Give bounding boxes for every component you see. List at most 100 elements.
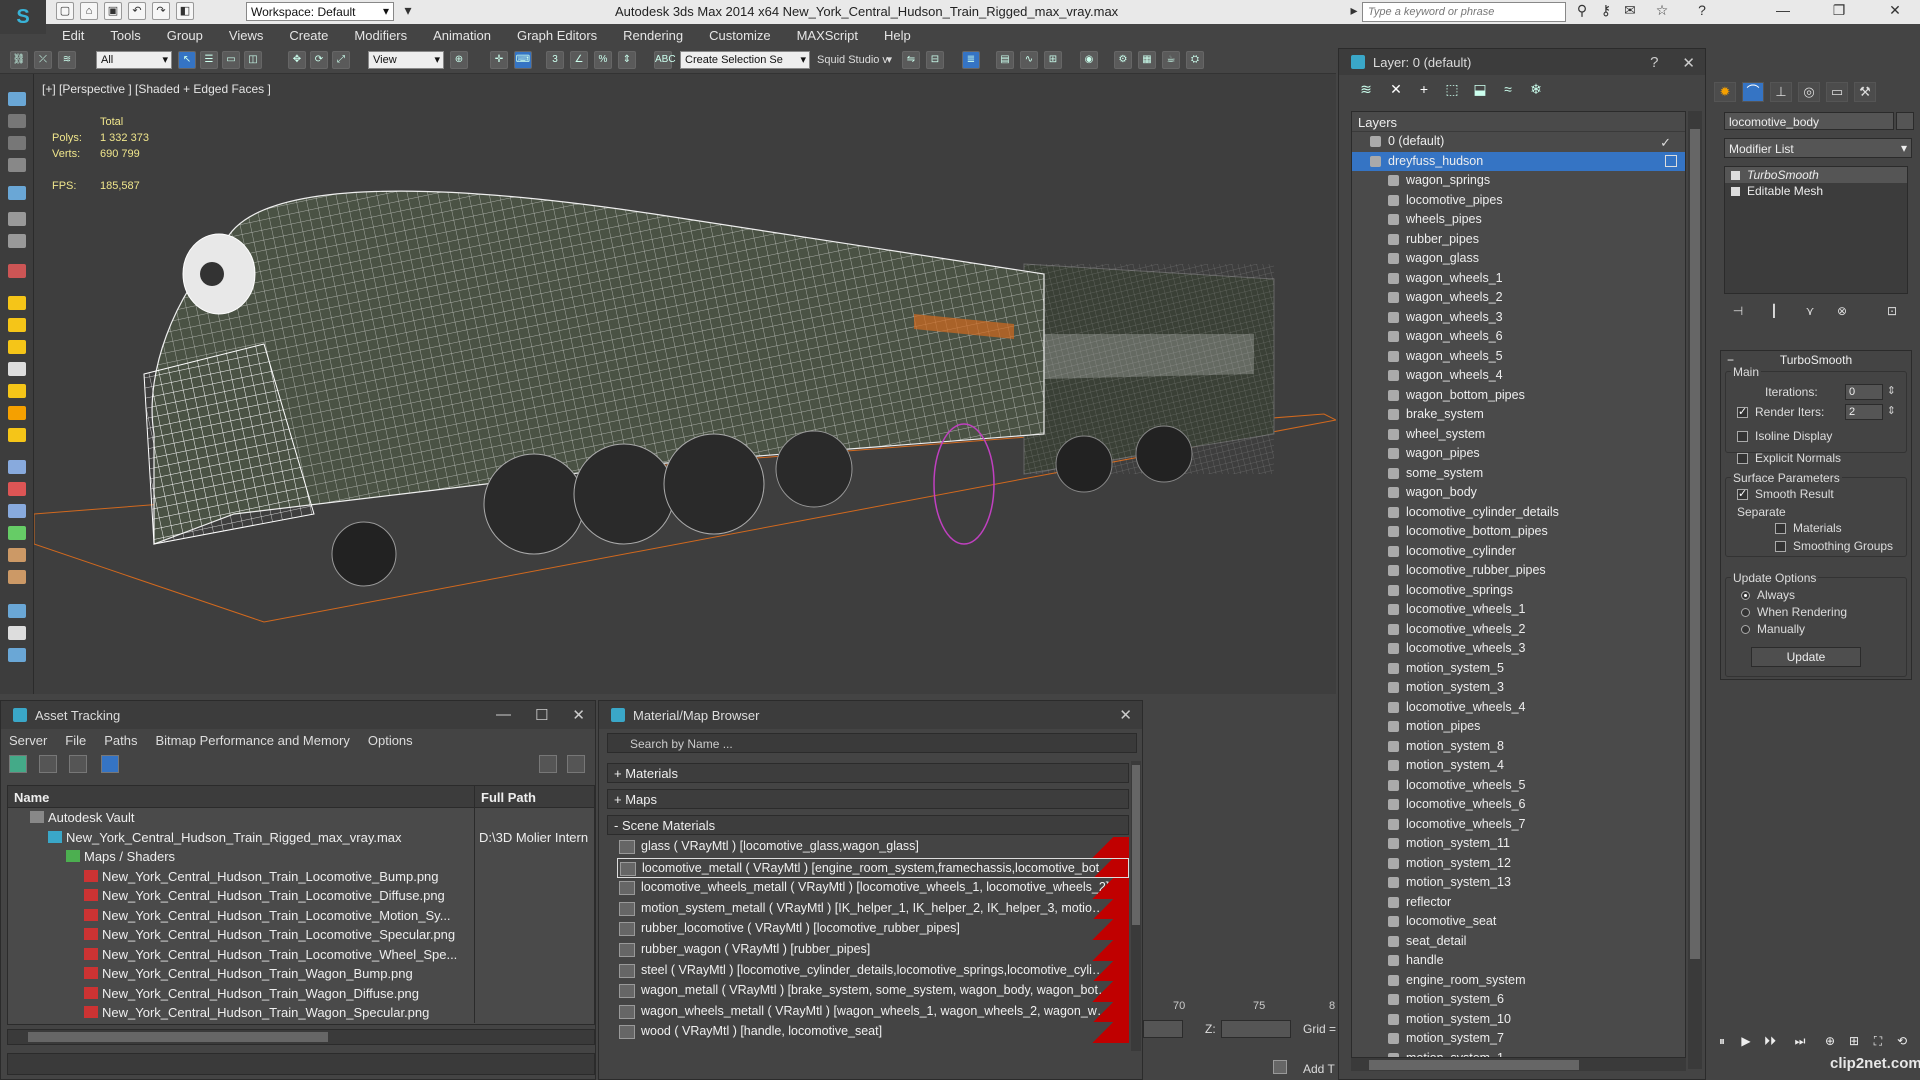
left-tool-icon-21[interactable]: [8, 570, 26, 584]
left-tool-icon-7[interactable]: [8, 234, 26, 248]
materials-checkbox[interactable]: [1775, 523, 1786, 534]
layer-object-item[interactable]: locomotive_pipes: [1352, 191, 1685, 211]
perspective-viewport[interactable]: [+] [Perspective ] [Shaded + Edged Faces…: [34, 74, 1336, 694]
left-tool-icon-13[interactable]: [8, 384, 26, 398]
layer-horizontal-scrollbar[interactable]: [1351, 1057, 1686, 1071]
asset-menu-bitmap[interactable]: Bitmap Performance and Memory: [156, 733, 350, 748]
zoom-extents-icon[interactable]: ⊕: [1822, 1034, 1838, 1050]
reference-coordinate-dropdown[interactable]: View: [368, 51, 444, 69]
left-tool-icon-1[interactable]: [8, 92, 26, 106]
zoom-region-icon[interactable]: ⊞: [1846, 1034, 1862, 1050]
communication-icon[interactable]: ✉: [1620, 2, 1640, 22]
asset-menu-paths[interactable]: Paths: [104, 733, 137, 748]
layer-object-item[interactable]: wagon_pipes: [1352, 444, 1685, 464]
menu-views[interactable]: Views: [229, 28, 263, 43]
binoculars-icon[interactable]: ⚲: [1572, 2, 1592, 22]
left-tool-icon-17[interactable]: [8, 482, 26, 496]
select-object-icon[interactable]: ↖: [178, 51, 196, 69]
workspace-dropdown[interactable]: Workspace: Default: [246, 2, 394, 21]
vault-settings-icon[interactable]: [567, 755, 585, 773]
select-and-move-icon[interactable]: ✥: [288, 51, 306, 69]
utilities-tab-icon[interactable]: ⚒: [1854, 82, 1876, 102]
window-crossing-icon[interactable]: ◫: [244, 51, 262, 69]
layer-object-item[interactable]: locomotive_wheels_3: [1352, 639, 1685, 659]
layer-object-item[interactable]: seat_detail: [1352, 932, 1685, 952]
asset-row[interactable]: New_York_Central_Hudson_Train_Locomotive…: [8, 886, 594, 906]
layer-object-item[interactable]: locomotive_cylinder: [1352, 542, 1685, 562]
material-browser-scrollbar[interactable]: [1131, 761, 1141, 1051]
mirror-icon[interactable]: ⇋: [902, 51, 920, 69]
left-tool-icon-20[interactable]: [8, 548, 26, 562]
layer-object-item[interactable]: motion_system_3: [1352, 678, 1685, 698]
layer-object-item[interactable]: wagon_wheels_6: [1352, 327, 1685, 347]
asset-row[interactable]: New_York_Central_Hudson_Train_Wagon_Bump…: [8, 964, 594, 984]
asset-row[interactable]: New_York_Central_Hudson_Train_Locomotive…: [8, 905, 594, 925]
timeline-area[interactable]: 70 75 8 Z: Grid = Add T: [1143, 990, 1336, 1080]
material-scroll-thumb[interactable]: [1132, 765, 1140, 925]
layer-object-item[interactable]: motion_system_6: [1352, 990, 1685, 1010]
when-rendering-radio[interactable]: [1741, 608, 1750, 617]
isoline-display-checkbox[interactable]: [1737, 431, 1748, 442]
delete-layer-icon[interactable]: ✕: [1387, 81, 1405, 99]
schematic-view-icon[interactable]: ⊞: [1044, 51, 1062, 69]
object-name-field[interactable]: locomotive_body: [1724, 112, 1894, 130]
add-to-layer-icon[interactable]: +: [1415, 81, 1433, 99]
layer-object-item[interactable]: wagon_wheels_3: [1352, 308, 1685, 328]
coord-z-field[interactable]: [1221, 1020, 1291, 1038]
always-radio[interactable]: [1741, 591, 1750, 600]
layer-object-item[interactable]: locomotive_wheels_1: [1352, 600, 1685, 620]
layer-help-icon[interactable]: ?: [1650, 54, 1658, 72]
workspace-menu-icon[interactable]: ▾: [398, 2, 418, 22]
left-tool-icon-10[interactable]: [8, 318, 26, 332]
asset-row[interactable]: Autodesk Vault: [8, 808, 594, 828]
asset-row[interactable]: New_York_Central_Hudson_Train_Locomotive…: [8, 925, 594, 945]
material-list-item[interactable]: steel ( VRayMtl ) [locomotive_cylinder_d…: [617, 960, 1129, 982]
snaps-toggle-icon[interactable]: 3: [546, 51, 564, 69]
layer-object-item[interactable]: motion_pipes: [1352, 717, 1685, 737]
layer-object-item[interactable]: motion_system_12: [1352, 854, 1685, 874]
layer-scroll-thumb[interactable]: [1690, 129, 1700, 959]
search-input[interactable]: Type a keyword or phrase: [1362, 2, 1566, 22]
object-color-swatch[interactable]: [1896, 112, 1914, 130]
menu-rendering[interactable]: Rendering: [623, 28, 683, 43]
select-manipulate-icon[interactable]: ✛: [490, 51, 508, 69]
menu-group[interactable]: Group: [167, 28, 203, 43]
tree-view-icon[interactable]: [69, 755, 87, 773]
layer-object-item[interactable]: locomotive_wheels_5: [1352, 776, 1685, 796]
layer-object-item[interactable]: rubber_pipes: [1352, 230, 1685, 250]
set-current-layer-box[interactable]: [1665, 154, 1677, 167]
material-browser-close-icon[interactable]: ✕: [1119, 706, 1132, 724]
layer-object-item[interactable]: wagon_springs: [1352, 171, 1685, 191]
motion-tab-icon[interactable]: ◎: [1798, 82, 1820, 102]
go-to-end-icon[interactable]: ⏭: [1792, 1034, 1808, 1050]
layer-object-item[interactable]: motion_system_7: [1352, 1029, 1685, 1049]
angle-snap-icon[interactable]: ∠: [570, 51, 588, 69]
configure-sets-icon[interactable]: ⊡: [1884, 304, 1900, 320]
modifier-list-dropdown[interactable]: Modifier List: [1724, 138, 1912, 158]
menu-graph-editors[interactable]: Graph Editors: [517, 28, 597, 43]
left-tool-icon-15[interactable]: [8, 428, 26, 442]
left-tool-icon-9[interactable]: [8, 296, 26, 310]
layer-object-item[interactable]: wagon_wheels_4: [1352, 366, 1685, 386]
layer-object-item[interactable]: locomotive_wheels_2: [1352, 620, 1685, 640]
left-tool-icon-14[interactable]: [8, 406, 26, 420]
material-list-item[interactable]: rubber_locomotive ( VRayMtl ) [locomotiv…: [617, 919, 1129, 940]
refresh-icon[interactable]: [9, 755, 27, 773]
table-view-icon[interactable]: [101, 755, 119, 773]
remove-modifier-icon[interactable]: ⊗: [1834, 304, 1850, 320]
layer-manager-titlebar[interactable]: Layer: 0 (default) ? ✕: [1339, 49, 1705, 75]
left-tool-icon-11[interactable]: [8, 340, 26, 354]
active-layer-check-icon[interactable]: ✓: [1660, 135, 1671, 151]
smoothing-groups-checkbox[interactable]: [1775, 541, 1786, 552]
unlink-icon[interactable]: ⤫: [34, 51, 52, 69]
layer-object-item[interactable]: motion_system_8: [1352, 737, 1685, 757]
time-tag-icon[interactable]: [1273, 1060, 1287, 1074]
column-header-full-path[interactable]: Full Path: [474, 786, 594, 807]
highlight-layer-icon[interactable]: ⬓: [1471, 81, 1489, 99]
layer-object-item[interactable]: wagon_bottom_pipes: [1352, 386, 1685, 406]
render-production-icon[interactable]: ☕: [1162, 51, 1180, 69]
left-tool-icon-5[interactable]: [8, 186, 26, 200]
left-tool-icon-19[interactable]: [8, 526, 26, 540]
layer-object-item[interactable]: handle: [1352, 951, 1685, 971]
render-setup-icon[interactable]: ⚙: [1114, 51, 1132, 69]
